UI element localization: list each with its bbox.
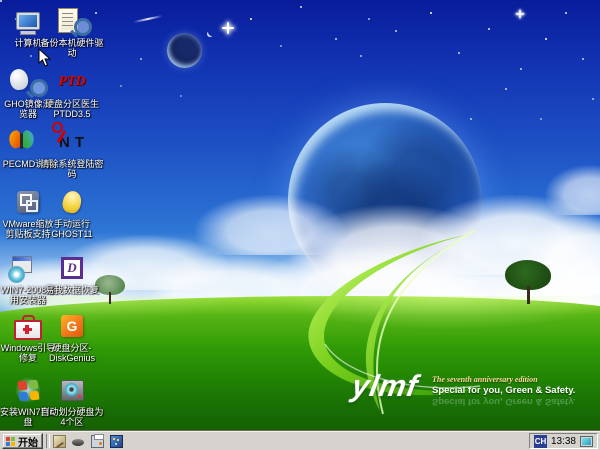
device-icon[interactable] bbox=[72, 436, 85, 449]
tagline-edition: The seventh anniversary edition bbox=[432, 375, 592, 384]
printer-icon[interactable] bbox=[91, 435, 104, 448]
removable-disk-icon[interactable] bbox=[110, 435, 123, 448]
tiny-crescent-moon bbox=[208, 28, 216, 36]
mouse-cursor bbox=[38, 48, 51, 67]
backup-drivers-icon bbox=[40, 5, 104, 37]
icon-label: 手动运行GHOST11 bbox=[40, 219, 104, 239]
bright-star-icon bbox=[516, 10, 524, 18]
icon-label: 清除系统登陆密码 bbox=[40, 159, 104, 179]
hard-disk-icon bbox=[40, 374, 104, 406]
desktop-icon-auto-partition[interactable]: 自动划分硬盘为4个区 bbox=[40, 374, 104, 427]
tagline-reflection: Special for you, Green & Safety. bbox=[432, 396, 592, 407]
display-tray-icon[interactable] bbox=[580, 436, 593, 447]
show-desktop-icon[interactable] bbox=[53, 435, 66, 448]
desktop-icon-diskgenius[interactable]: G 硬盘分区-DiskGenius bbox=[40, 310, 104, 363]
desktop-icon-clear-login-password[interactable]: NT 清除系统登陆密码 bbox=[40, 126, 104, 179]
data-recovery-d-icon: D bbox=[40, 252, 104, 284]
system-tray: CH 13:38 bbox=[529, 433, 598, 449]
windows-flag-icon bbox=[5, 436, 16, 447]
desktop-icon-run-ghost[interactable]: 手动运行GHOST11 bbox=[40, 186, 104, 239]
ghost-icon bbox=[40, 186, 104, 218]
nt-key-icon: NT bbox=[40, 126, 104, 158]
quick-launch-bar bbox=[53, 434, 123, 449]
desktop-icon-ptdd[interactable]: PTD 硬盘分区医生PTDD3.5 bbox=[40, 66, 104, 119]
icon-label: 自动划分硬盘为4个区 bbox=[40, 407, 104, 427]
start-button[interactable]: 开始 bbox=[2, 433, 43, 449]
ptdd-icon: PTD bbox=[40, 66, 104, 98]
input-method-indicator[interactable]: CH bbox=[534, 435, 547, 448]
bright-star-icon bbox=[222, 22, 234, 34]
taskbar: 开始 CH 13:38 bbox=[0, 431, 600, 450]
stars bbox=[0, 0, 2, 2]
tagline-slogan: Special for you, Green & Safety. bbox=[432, 385, 592, 396]
diskgenius-g-icon: G bbox=[40, 310, 104, 342]
icon-label: 硬盘分区-DiskGenius bbox=[40, 343, 104, 363]
taskbar-clock[interactable]: 13:38 bbox=[551, 436, 576, 447]
cloud-puff bbox=[545, 165, 600, 215]
icon-label: 硬盘分区医生PTDD3.5 bbox=[40, 99, 104, 119]
icon-label: 易我数据恢复 bbox=[40, 285, 104, 295]
desktop-icon-data-recovery[interactable]: D 易我数据恢复 bbox=[40, 252, 104, 295]
large-tree bbox=[505, 260, 555, 304]
taskbar-separator bbox=[46, 434, 50, 448]
start-button-label: 开始 bbox=[18, 434, 38, 449]
brand-taglines: The seventh anniversary edition Special … bbox=[432, 375, 592, 407]
desktop: ylmf The seventh anniversary edition Spe… bbox=[0, 0, 600, 450]
small-moon bbox=[167, 33, 202, 68]
